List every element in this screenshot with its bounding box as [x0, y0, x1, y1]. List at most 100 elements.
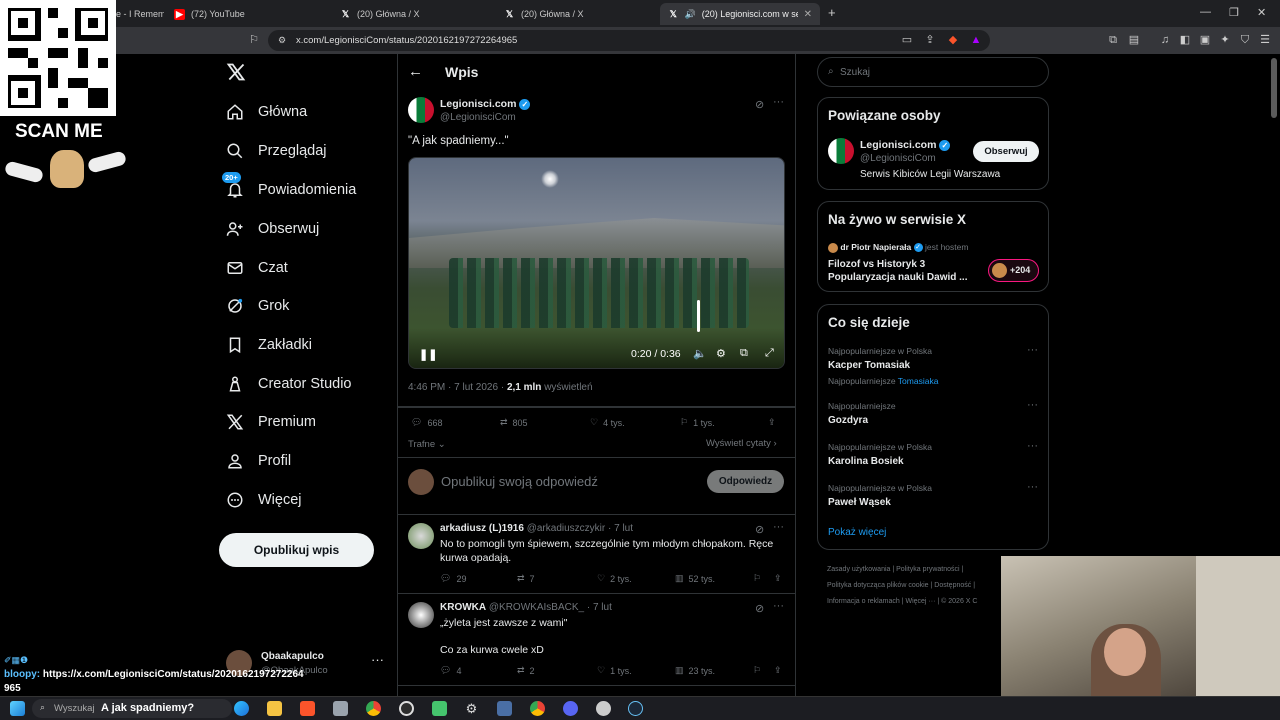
- grok-post-icon[interactable]: ⊘: [755, 602, 764, 615]
- sort-dropdown[interactable]: Trafne ⌄: [408, 439, 446, 450]
- scrollbar[interactable]: [1271, 58, 1277, 118]
- reply-author[interactable]: arkadiusz (L)1916: [440, 523, 524, 534]
- chrome-icon[interactable]: [530, 701, 545, 716]
- reply-author[interactable]: KROWKA: [440, 602, 486, 613]
- tab-active[interactable]: 𝕏 🔊 (20) Legionisci.com w serwis ✕: [660, 3, 820, 25]
- taskbar-search[interactable]: ⌕ Wyszukaj A jak spadniemy?: [32, 699, 232, 718]
- footer-link[interactable]: Zasady użytkowania: [827, 566, 890, 573]
- view-quotes-link[interactable]: Wyświetl cytaty ›: [706, 438, 777, 449]
- reply-avatar[interactable]: [408, 602, 434, 628]
- settings-icon[interactable]: ⚙: [464, 701, 479, 716]
- reply-action[interactable]: 💬︎ 668: [411, 417, 442, 428]
- edge-icon[interactable]: [234, 701, 249, 716]
- calculator-icon[interactable]: [497, 701, 512, 716]
- trend-item[interactable]: Najpopularniejsze w Polska Karolina Bosi…: [828, 440, 1038, 467]
- brave-shield-icon[interactable]: ◆: [946, 33, 960, 47]
- discord-icon[interactable]: [563, 701, 578, 716]
- obs-icon[interactable]: [399, 701, 414, 716]
- post-handle[interactable]: @LegionisciCom: [440, 112, 516, 123]
- sidebar-item-profile[interactable]: Profil: [226, 446, 291, 476]
- sidebar-item-home[interactable]: Główna: [226, 97, 307, 127]
- follow-button[interactable]: Obserwuj: [973, 141, 1039, 162]
- windows-start-icon[interactable]: [10, 701, 25, 716]
- trend-more-icon[interactable]: ···: [1027, 344, 1038, 356]
- vpn-icon[interactable]: ⛉: [1238, 33, 1252, 47]
- post-author[interactable]: Legionisci.com ✓: [440, 98, 531, 110]
- related-avatar[interactable]: [828, 138, 854, 164]
- sidebar-item-chat[interactable]: Czat: [226, 253, 288, 283]
- sidebar-item-premium[interactable]: Premium: [226, 407, 316, 437]
- wallet-icon[interactable]: ▣: [1198, 33, 1212, 47]
- sidebar-item-notifications[interactable]: 20+ Powiadomienia: [222, 172, 356, 205]
- post-more-icon[interactable]: ···: [773, 96, 784, 108]
- new-tab-button[interactable]: +: [828, 5, 836, 20]
- trend-more-icon[interactable]: ···: [1027, 399, 1038, 411]
- back-button[interactable]: ←: [408, 63, 423, 80]
- footer-link[interactable]: Więcej ···: [905, 598, 935, 605]
- live-line-1[interactable]: Filozof vs Historyk 3: [828, 259, 925, 270]
- like-action[interactable]: ♡ 1 tys.: [597, 665, 632, 676]
- brave-icon[interactable]: [300, 701, 315, 716]
- show-more-link[interactable]: Pokaż więcej: [828, 527, 886, 538]
- reply-input[interactable]: Opublikuj swoją odpowiedź: [441, 474, 598, 489]
- chrome-icon[interactable]: [366, 701, 381, 716]
- reply-action[interactable]: 💬︎ 29: [440, 573, 466, 584]
- related-name-row[interactable]: Legionisci.com ✓: [860, 139, 951, 151]
- repost-action[interactable]: ⇄ 7: [517, 573, 535, 584]
- minimize-button[interactable]: —: [1200, 6, 1211, 18]
- media-icon[interactable]: ♫: [1158, 33, 1172, 47]
- live-listeners[interactable]: +204: [988, 259, 1039, 282]
- steam-icon[interactable]: [628, 701, 643, 716]
- share-action[interactable]: ⇪: [768, 417, 776, 428]
- volume-slider[interactable]: [697, 300, 700, 332]
- live-line-2[interactable]: Popularyzacja nauki Dawid ...: [828, 272, 968, 283]
- brave-rewards-icon[interactable]: ▲: [969, 33, 983, 47]
- explorer-icon[interactable]: [267, 701, 282, 716]
- app-icon[interactable]: [432, 701, 447, 716]
- leo-icon[interactable]: ✦: [1218, 33, 1232, 47]
- menu-icon[interactable]: ☰: [1258, 33, 1272, 47]
- pip-icon[interactable]: ⧉: [740, 347, 748, 360]
- footer-link[interactable]: Polityka prywatności: [896, 566, 959, 573]
- x-logo[interactable]: [226, 62, 246, 88]
- share-action[interactable]: ⇪: [774, 573, 782, 584]
- trend-sub-link[interactable]: Tomasiaka: [898, 376, 939, 386]
- repost-action[interactable]: ⇄ 2: [517, 665, 535, 676]
- reply-more-icon[interactable]: ···: [773, 521, 784, 533]
- fullscreen-icon[interactable]: ⤢: [765, 347, 774, 360]
- reader-icon[interactable]: ▤: [1127, 33, 1141, 47]
- tab-1[interactable]: e - I Remem: [108, 3, 164, 25]
- close-icon[interactable]: ✕: [804, 9, 812, 20]
- tab-x-home-1[interactable]: 𝕏 (20) Główna / X: [332, 3, 492, 25]
- reply-button[interactable]: Odpowiedz: [707, 470, 784, 493]
- share-icon[interactable]: ⇪: [923, 33, 937, 47]
- settings-icon[interactable]: ⚙: [716, 347, 726, 360]
- bookmark-action[interactable]: ⚐ 1 tys.: [680, 417, 715, 428]
- trend-more-icon[interactable]: ···: [1027, 481, 1038, 493]
- screen-icon[interactable]: ▭: [900, 33, 914, 47]
- search-box[interactable]: ⌕ Szukaj: [817, 57, 1049, 87]
- like-action[interactable]: ♡ 2 tys.: [597, 573, 632, 584]
- tab-x-home-2[interactable]: 𝕏 (20) Główna / X: [496, 3, 656, 25]
- grok-post-icon[interactable]: ⊘: [755, 98, 764, 111]
- views-action[interactable]: ▥ 52 tys.: [675, 573, 715, 584]
- trend-item[interactable]: Najpopularniejsze Gozdyra ···: [828, 399, 1038, 426]
- footer-link[interactable]: Informacja o reklamach: [827, 598, 900, 605]
- footer-link[interactable]: Dostępność: [934, 582, 971, 589]
- tab-youtube[interactable]: ▶ (72) YouTube: [166, 3, 326, 25]
- bookmark-action[interactable]: ⚐: [753, 573, 761, 584]
- reply-more-icon[interactable]: ···: [773, 600, 784, 612]
- post-avatar[interactable]: [408, 97, 434, 123]
- close-window-button[interactable]: ✕: [1257, 6, 1266, 19]
- pause-icon[interactable]: ❚❚: [419, 348, 437, 361]
- reply-avatar[interactable]: [408, 523, 434, 549]
- sidebar-item-creator-studio[interactable]: Creator Studio: [226, 369, 352, 399]
- sidebar-item-grok[interactable]: Grok: [226, 291, 289, 321]
- restore-button[interactable]: ❐: [1229, 6, 1239, 19]
- bookmark-page-icon[interactable]: ⚐: [247, 33, 261, 47]
- app-icon[interactable]: [596, 701, 611, 716]
- trend-more-icon[interactable]: ···: [1027, 440, 1038, 452]
- sidebar-item-bookmarks[interactable]: Zakładki: [226, 330, 312, 360]
- trend-item[interactable]: Najpopularniejsze w Polska Kacper Tomasi…: [828, 344, 1038, 386]
- views-action[interactable]: ▥ 23 tys.: [675, 665, 715, 676]
